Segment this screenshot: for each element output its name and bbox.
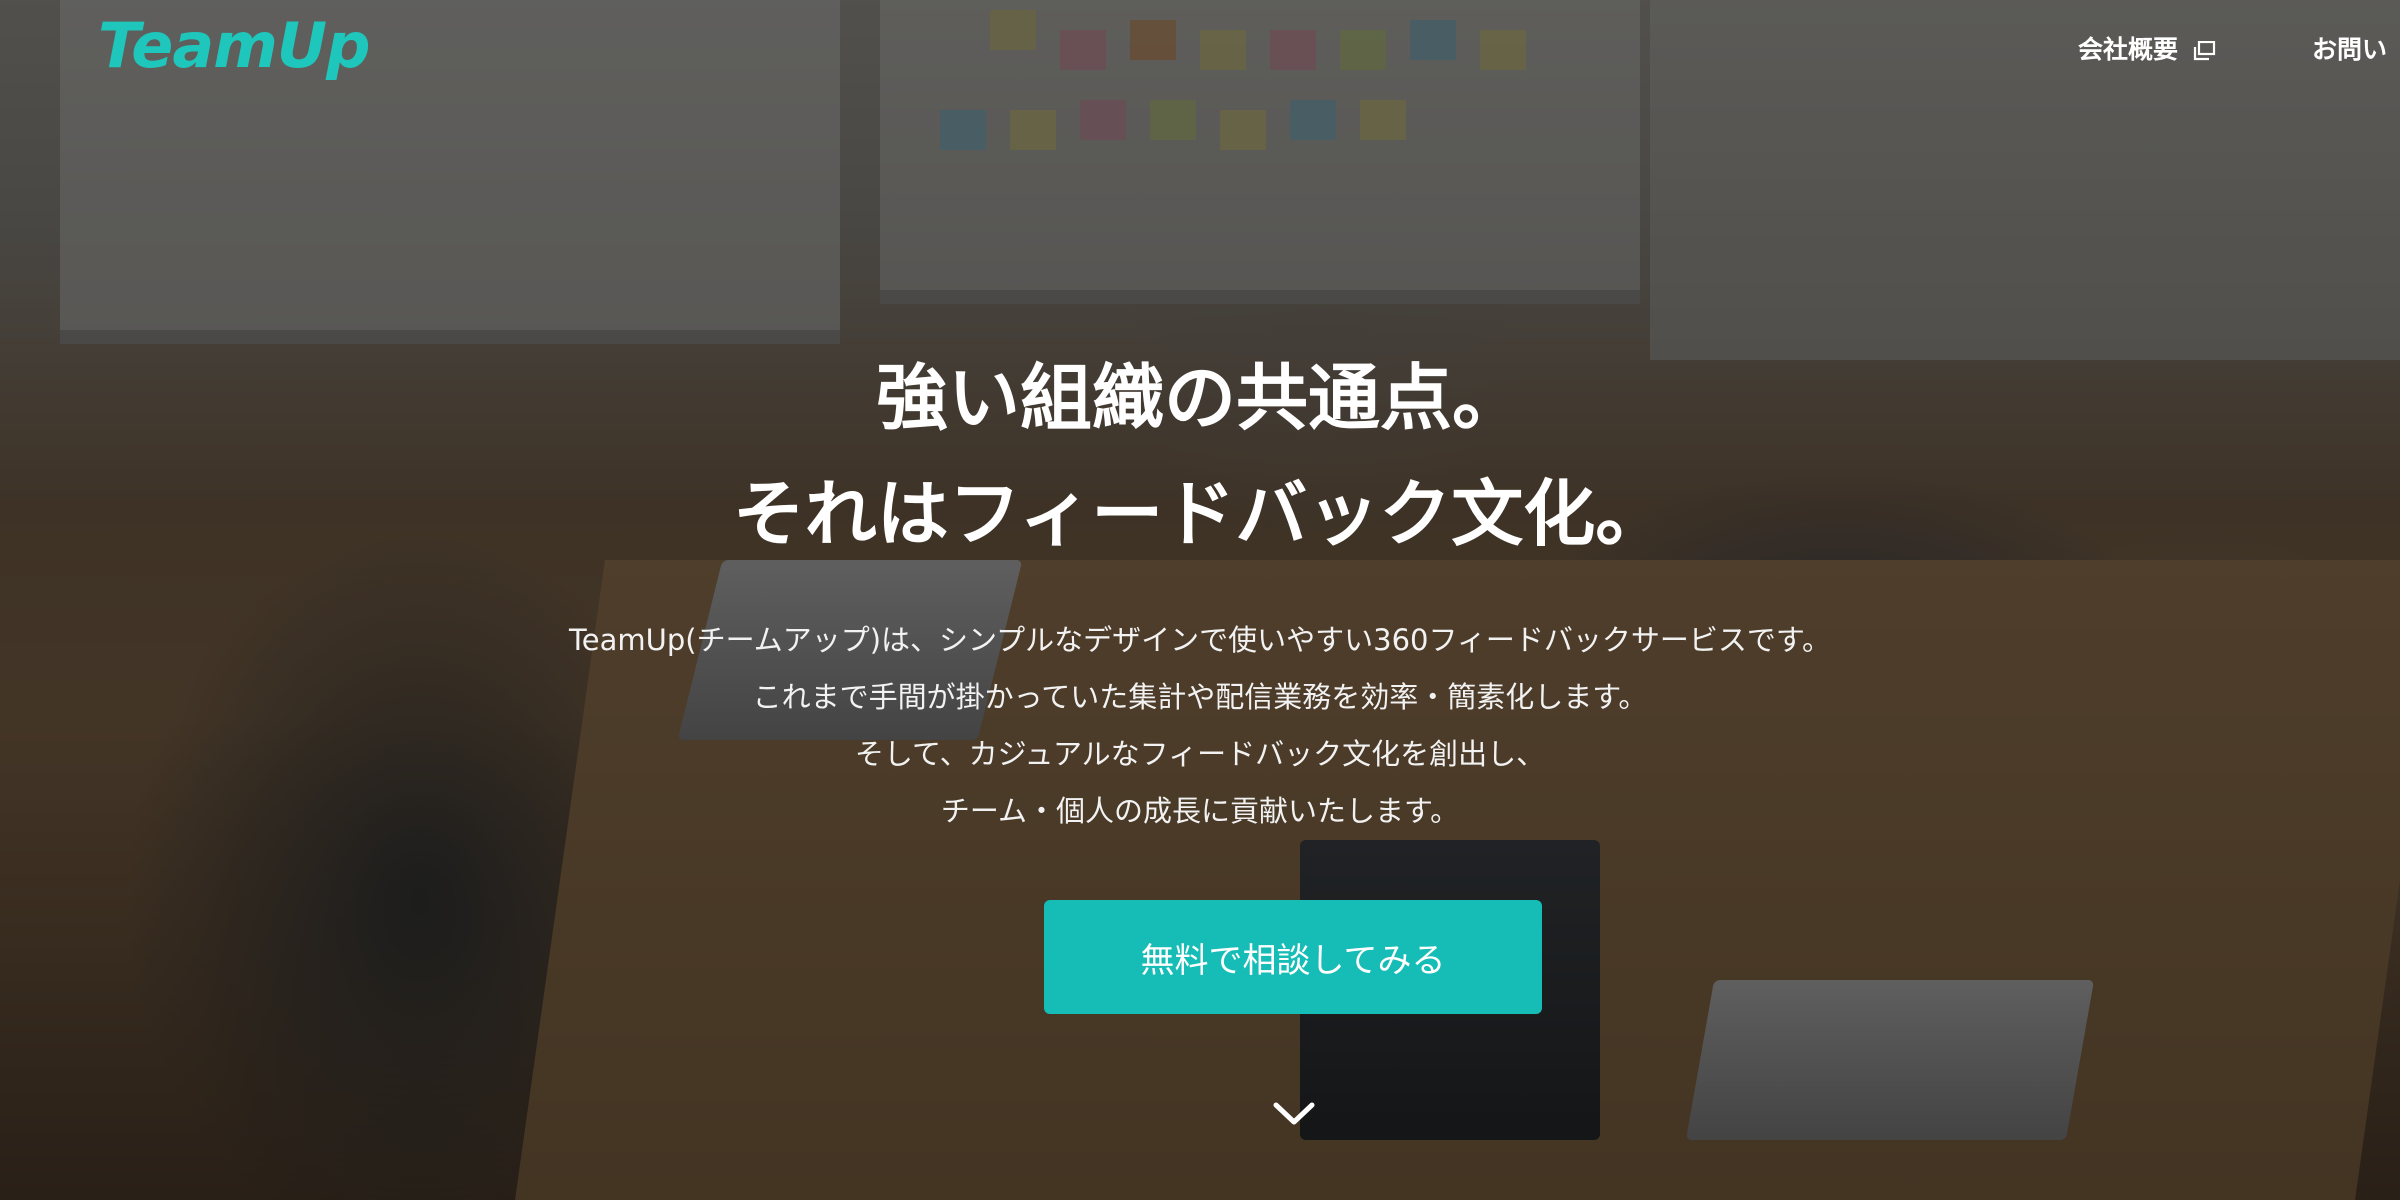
- free-consultation-button[interactable]: 無料で相談してみる: [1044, 900, 1542, 1014]
- hero-description: TeamUp(チームアップ)は、シンプルなデザインで使いやすい360フィードバッ…: [0, 612, 2400, 840]
- description-line: TeamUp(チームアップ)は、シンプルなデザインで使いやすい360フィードバッ…: [568, 623, 1832, 657]
- nav-company-overview[interactable]: 会社概要: [2078, 30, 2216, 66]
- header-nav: 会社概要 お問い: [2078, 30, 2387, 66]
- nav-contact-label: お問い: [2312, 35, 2388, 64]
- hero-section: TeamUp 会社概要 お問い 強い組織の共通点。 それはフィードバック文化。 …: [0, 0, 2400, 1200]
- nav-company-overview-label: 会社概要: [2078, 35, 2179, 64]
- nav-contact[interactable]: お問い: [2312, 30, 2387, 66]
- hero-headline: 強い組織の共通点。 それはフィードバック文化。: [0, 340, 2400, 572]
- description-line: そして、カジュアルなフィードバック文化を創出し、: [854, 737, 1546, 771]
- headline-line-1: 強い組織の共通点。: [875, 356, 1524, 440]
- chevron-down-icon[interactable]: [1272, 1100, 1316, 1128]
- external-link-icon: [2192, 38, 2216, 61]
- teamup-logo[interactable]: TeamUp: [98, 6, 371, 86]
- description-line: チーム・個人の成長に貢献いたします。: [940, 794, 1460, 828]
- dark-overlay: [0, 0, 2400, 1200]
- headline-line-2: それはフィードバック文化。: [732, 472, 1668, 556]
- description-line: これまで手間が掛かっていた集計や配信業務を効率・簡素化します。: [752, 680, 1648, 714]
